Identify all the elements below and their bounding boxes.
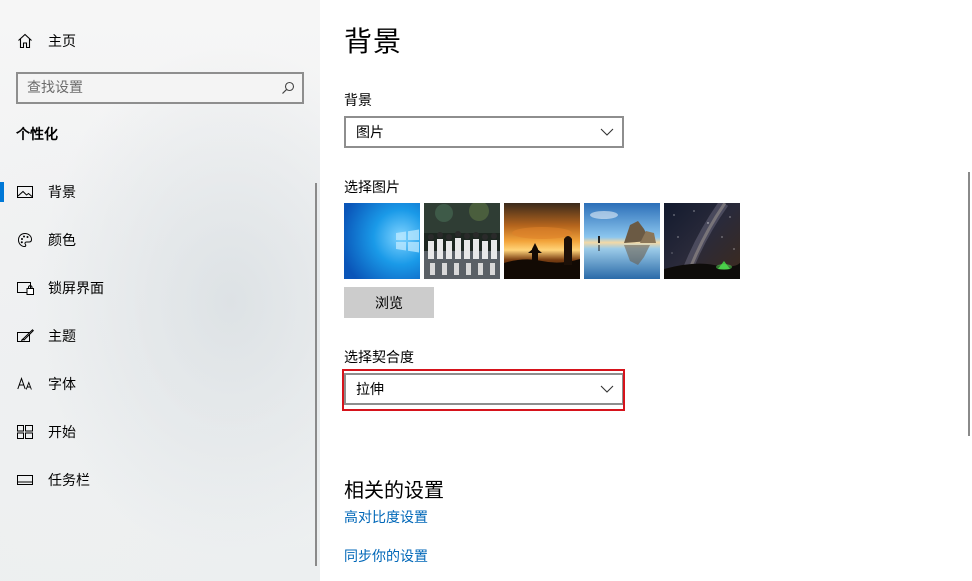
lock-screen-icon: [16, 279, 34, 297]
sidebar-item-start[interactable]: 开始: [0, 408, 318, 456]
home-icon: [16, 32, 34, 50]
sidebar-item-taskbar[interactable]: 任务栏: [0, 456, 318, 504]
sidebar-item-label: 开始: [48, 425, 76, 441]
picture-thumb-milky-way[interactable]: [664, 203, 740, 279]
choose-picture-label: 选择图片: [344, 180, 400, 196]
highlight-box: [342, 369, 625, 411]
background-type-dropdown[interactable]: 图片: [344, 116, 624, 148]
sidebar-item-lock-screen[interactable]: 锁屏界面: [0, 264, 318, 312]
sidebar-item-label: 背景: [48, 185, 76, 201]
taskbar-icon: [16, 471, 34, 489]
search-input[interactable]: [18, 79, 274, 97]
sync-settings-link[interactable]: 同步你的设置: [344, 546, 428, 566]
image-icon: [16, 183, 34, 201]
chevron-down-icon: [592, 128, 622, 136]
background-type-value: 图片: [356, 125, 384, 141]
sidebar-nav: 背景 颜色 锁屏界面 主题 字体 开始 任务栏: [0, 168, 318, 504]
search-box: [16, 72, 304, 104]
section-title: 个性化: [16, 127, 58, 143]
start-tiles-icon: [16, 423, 34, 441]
search-icon[interactable]: [274, 81, 302, 95]
sidebar-item-label: 锁屏界面: [48, 281, 104, 297]
theme-brush-icon: [16, 327, 34, 345]
sidebar-item-label: 任务栏: [48, 473, 90, 489]
font-icon: [16, 375, 34, 393]
page-title: 背景: [344, 25, 403, 58]
main-scrollbar[interactable]: [968, 172, 970, 436]
picture-thumbnails: [344, 203, 740, 279]
picture-thumb-sunset[interactable]: [504, 203, 580, 279]
sidebar-item-label: 字体: [48, 377, 76, 393]
palette-icon: [16, 231, 34, 249]
sidebar-item-themes[interactable]: 主题: [0, 312, 318, 360]
sidebar-item-label: 主题: [48, 329, 76, 345]
high-contrast-link[interactable]: 高对比度设置: [344, 507, 428, 527]
picture-thumb-sea-rocks[interactable]: [584, 203, 660, 279]
sidebar-scrollbar[interactable]: [315, 183, 317, 566]
related-settings-title: 相关的设置: [344, 478, 444, 502]
background-label: 背景: [344, 93, 372, 109]
fit-label: 选择契合度: [344, 350, 414, 366]
main-content: 背景 背景 图片 选择图片 浏览 选择契合度 拉伸 相关的设置 高对比度设置 同…: [320, 0, 972, 581]
sidebar-item-label: 颜色: [48, 233, 76, 249]
home-button[interactable]: 主页: [16, 30, 76, 52]
picture-thumb-windows-blue[interactable]: [344, 203, 420, 279]
sidebar: 主页 个性化 背景 颜色 锁屏界面: [0, 0, 320, 581]
home-label: 主页: [48, 34, 76, 50]
browse-button[interactable]: 浏览: [344, 287, 434, 318]
picture-thumb-group-photo[interactable]: [424, 203, 500, 279]
sidebar-item-background[interactable]: 背景: [0, 168, 318, 216]
sidebar-item-fonts[interactable]: 字体: [0, 360, 318, 408]
sidebar-item-colors[interactable]: 颜色: [0, 216, 318, 264]
active-indicator: [0, 182, 4, 202]
